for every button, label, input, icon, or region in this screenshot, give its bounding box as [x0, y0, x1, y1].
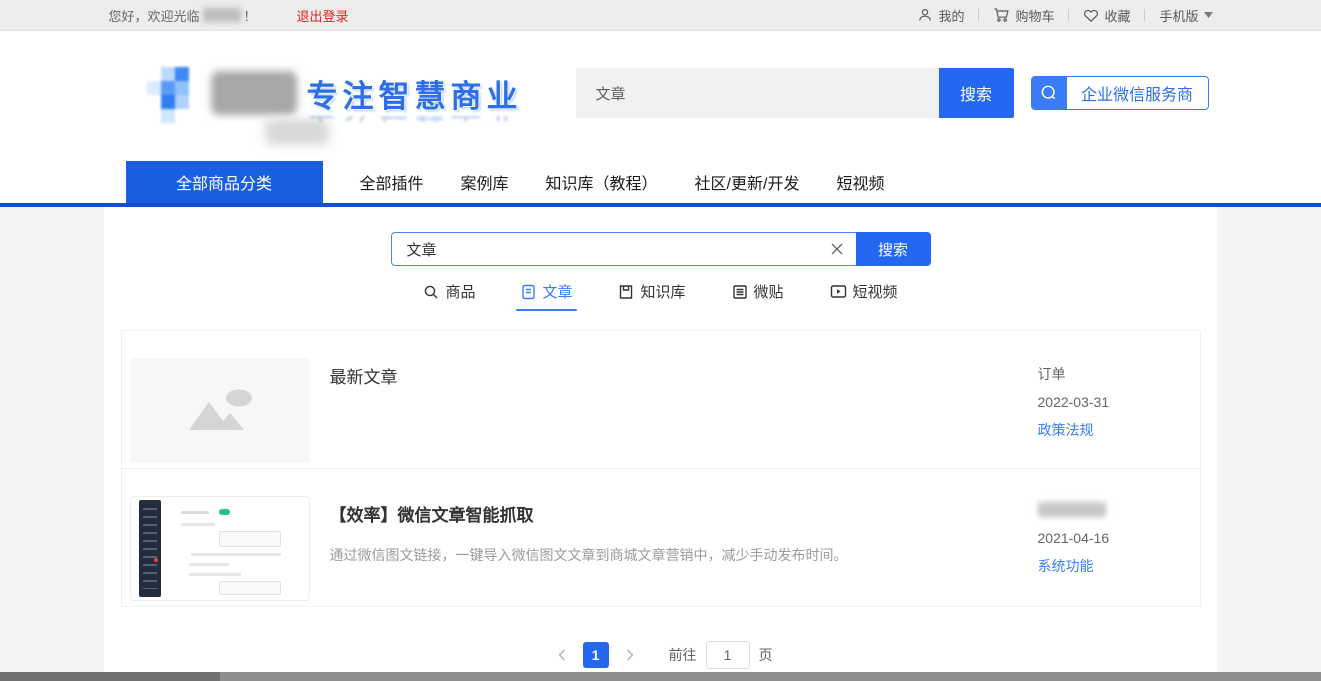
divider [1068, 9, 1069, 21]
list-icon [732, 284, 748, 300]
tab-knowledge[interactable]: 知识库 [618, 281, 685, 311]
nav-all-categories[interactable]: 全部商品分类 [126, 161, 323, 203]
tab-articles-label: 文章 [542, 281, 572, 302]
scrollbar-thumb[interactable] [0, 672, 220, 681]
result-category-link[interactable]: 政策法规 [1038, 420, 1158, 440]
result-description: 通过微信图文链接，一键导入微信图文文章到商城文章营销中，减少手动发布时间。 [330, 545, 1038, 566]
wecom-service-label: 企业微信服务商 [1067, 81, 1208, 105]
tab-short-video[interactable]: 短视频 [830, 281, 898, 311]
image-placeholder-icon [183, 388, 257, 434]
user-icon [917, 7, 933, 23]
blurred-username [203, 8, 241, 22]
page-unit-label: 页 [759, 645, 773, 665]
result-title[interactable]: 【效率】微信文章智能抓取 [330, 501, 1038, 526]
site-search-button[interactable]: 搜索 [939, 68, 1014, 118]
logout-link[interactable]: 退出登录 [297, 6, 349, 25]
nav-item-knowledge[interactable]: 知识库（教程） [546, 170, 658, 194]
mobile-version-menu[interactable]: 手机版 [1159, 6, 1212, 25]
greeting-suffix: ！ [244, 6, 257, 25]
main-nav: 全部商品分类 全部插件 案例库 知识库（教程） 社区/更新/开发 短视频 [0, 161, 1321, 203]
greeting-prefix: 您好，欢迎光临 [109, 6, 200, 25]
slogan-text: 专注智慧商业 [307, 71, 577, 116]
cart-icon [993, 7, 1010, 23]
result-thumbnail[interactable] [130, 358, 310, 463]
thumbnail-admin-sidebar [139, 500, 161, 597]
result-search-input[interactable] [392, 241, 818, 258]
tab-goods-label: 商品 [445, 281, 475, 302]
nav-item-cases[interactable]: 案例库 [461, 170, 509, 194]
result-date: 2021-04-16 [1038, 530, 1158, 546]
thumbnail-toggle [219, 509, 230, 515]
heart-icon [1083, 8, 1099, 23]
nav-item-short-video[interactable]: 短视频 [836, 170, 884, 194]
my-account-label: 我的 [938, 6, 964, 25]
result-title[interactable]: 最新文章 [330, 363, 1038, 388]
brand-slogan: 专注智慧商业 专注智慧商业 [307, 71, 577, 131]
content-container: 搜索 商品 文章 [104, 207, 1217, 672]
caret-down-icon [1204, 12, 1213, 18]
goto-page-input[interactable] [706, 641, 750, 669]
nav-item-community[interactable]: 社区/更新/开发 [695, 170, 800, 194]
chevron-right-icon [626, 649, 634, 661]
result-search-button[interactable]: 搜索 [856, 232, 931, 266]
result-category-link[interactable]: 系统功能 [1038, 556, 1158, 576]
top-bar: 您好，欢迎光临 ！ 退出登录 我的 购物车 [0, 0, 1321, 31]
cart-label: 购物车 [1015, 6, 1054, 25]
blurred-source [1038, 502, 1106, 517]
results-card: 最新文章 订单 2022-03-31 政策法规 [121, 330, 1201, 607]
logo-pixel-icon [147, 67, 203, 125]
chevron-left-icon [558, 649, 566, 661]
tab-posts-label: 微贴 [754, 281, 784, 302]
site-search-input[interactable] [576, 68, 939, 118]
site-search: 搜索 [576, 68, 1014, 118]
result-source: 订单 [1038, 364, 1158, 384]
bookmark-icon [618, 284, 634, 300]
slogan-reflection: 专注智慧商业 [307, 116, 577, 131]
result-item: 【效率】微信文章智能抓取 通过微信图文链接，一键导入微信图文文章到商城文章营销中… [122, 468, 1200, 606]
next-page-button[interactable] [617, 649, 643, 661]
blurred-logo-text [211, 71, 297, 115]
clear-icon[interactable] [818, 242, 856, 256]
page: 您好，欢迎光临 ！ 退出登录 我的 购物车 [0, 0, 1321, 681]
site-header: 专注智慧商业 专注智慧商业 搜索 企业微信服务商 [0, 31, 1321, 161]
nav-item-plugins[interactable]: 全部插件 [360, 170, 424, 194]
article-icon [521, 284, 536, 300]
main-area: 搜索 商品 文章 [0, 207, 1321, 672]
site-logo[interactable] [147, 67, 297, 125]
horizontal-scrollbar[interactable] [0, 672, 1321, 681]
result-search: 搜索 [391, 232, 931, 266]
greeting: 您好，欢迎光临 ！ [109, 6, 257, 25]
result-item: 最新文章 订单 2022-03-31 政策法规 [122, 331, 1200, 468]
result-thumbnail[interactable] [130, 496, 310, 601]
tab-knowledge-label: 知识库 [640, 281, 685, 302]
result-meta: 订单 2022-03-31 政策法规 [1038, 358, 1158, 463]
divider [978, 9, 979, 21]
goto-label: 前往 [669, 645, 697, 665]
divider [1144, 9, 1145, 21]
tab-articles[interactable]: 文章 [521, 281, 572, 311]
result-date: 2022-03-31 [1038, 394, 1158, 410]
prev-page-button[interactable] [549, 649, 575, 661]
page-1-button[interactable]: 1 [583, 642, 609, 668]
wecom-chat-icon [1032, 77, 1067, 109]
video-icon [830, 284, 847, 299]
my-account-link[interactable]: 我的 [917, 6, 964, 25]
result-tabs: 商品 文章 知识库 微 [104, 281, 1217, 311]
wecom-service-button[interactable]: 企业微信服务商 [1031, 76, 1209, 110]
favorites-label: 收藏 [1104, 6, 1130, 25]
tab-short-video-label: 短视频 [853, 281, 898, 302]
result-meta: 2021-04-16 系统功能 [1038, 496, 1158, 601]
mobile-version-label: 手机版 [1159, 6, 1198, 25]
cart-link[interactable]: 购物车 [993, 6, 1054, 25]
favorites-link[interactable]: 收藏 [1083, 6, 1130, 25]
tab-posts[interactable]: 微贴 [732, 281, 784, 311]
search-icon [423, 284, 439, 300]
tab-goods[interactable]: 商品 [423, 281, 475, 311]
pagination: 1 前往 页 [104, 641, 1217, 669]
